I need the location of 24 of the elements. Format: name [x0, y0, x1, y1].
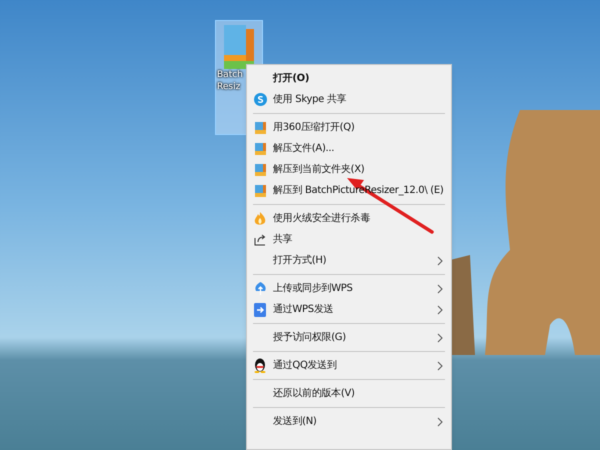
menu-item[interactable]: 还原以前的版本(V) [247, 383, 451, 404]
icon-label: Resiz [216, 81, 240, 93]
share-icon [254, 233, 266, 246]
flame-icon [254, 212, 266, 226]
menu-item[interactable]: 授予访问权限(G) [247, 327, 451, 348]
archive-icon [254, 184, 266, 197]
archive-file-icon [224, 25, 254, 69]
menu-item[interactable]: 通过QQ发送到 [247, 355, 451, 376]
cloud-upload-icon [254, 282, 266, 296]
menu-item[interactable]: 发送到(N) [247, 411, 451, 432]
archive-icon [254, 142, 266, 155]
penguin-icon [254, 358, 266, 373]
menu-item[interactable]: 通过WPS发送 [247, 299, 451, 320]
menu-item[interactable]: 解压文件(A)... [247, 138, 451, 159]
menu-item[interactable]: 共享 [247, 229, 451, 250]
icon-label: Batch [216, 69, 243, 81]
menu-item[interactable]: 打开方式(H) [247, 250, 451, 271]
menu-item[interactable]: 解压到当前文件夹(X) [247, 159, 451, 180]
menu-item[interactable]: 上传或同步到WPS [247, 278, 451, 299]
menu-item[interactable]: 使用火绒安全进行杀毒 [247, 208, 451, 229]
send-file-icon [254, 302, 266, 316]
archive-icon [254, 121, 266, 134]
archive-icon [254, 163, 266, 176]
skype-icon [254, 93, 266, 106]
